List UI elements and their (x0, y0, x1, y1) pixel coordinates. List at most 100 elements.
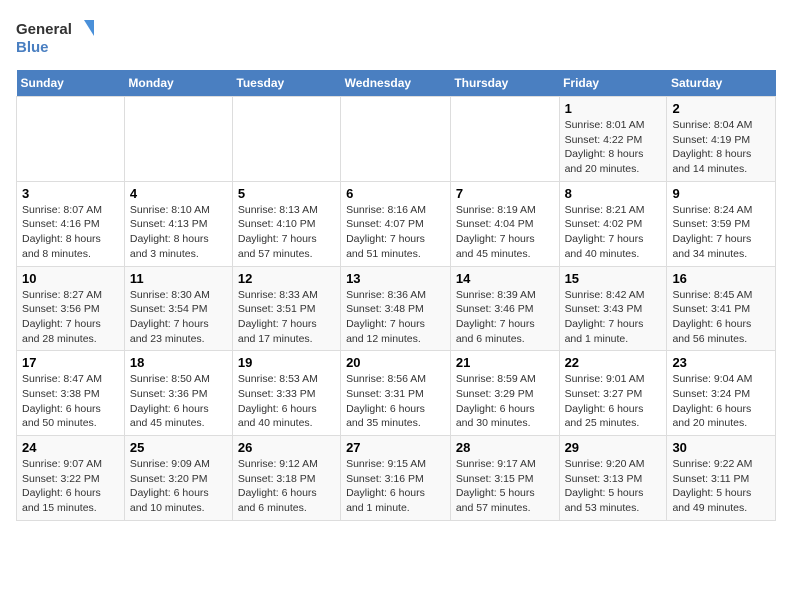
day-number: 30 (672, 440, 770, 455)
day-cell (341, 97, 451, 182)
day-number: 10 (22, 271, 119, 286)
day-info: Sunrise: 9:04 AM Sunset: 3:24 PM Dayligh… (672, 372, 770, 431)
day-info: Sunrise: 8:21 AM Sunset: 4:02 PM Dayligh… (565, 203, 662, 262)
day-number: 17 (22, 355, 119, 370)
day-info: Sunrise: 8:30 AM Sunset: 3:54 PM Dayligh… (130, 288, 227, 347)
calendar-header: SundayMondayTuesdayWednesdayThursdayFrid… (17, 70, 776, 97)
day-cell: 19 Sunrise: 8:53 AM Sunset: 3:33 PM Dayli… (232, 351, 340, 436)
day-info: Sunrise: 8:24 AM Sunset: 3:59 PM Dayligh… (672, 203, 770, 262)
day-number: 27 (346, 440, 445, 455)
day-info: Sunrise: 9:07 AM Sunset: 3:22 PM Dayligh… (22, 457, 119, 516)
day-info: Sunrise: 8:19 AM Sunset: 4:04 PM Dayligh… (456, 203, 554, 262)
day-cell: 9 Sunrise: 8:24 AM Sunset: 3:59 PM Daylig… (667, 181, 776, 266)
day-info: Sunrise: 8:04 AM Sunset: 4:19 PM Dayligh… (672, 118, 770, 177)
day-cell: 18 Sunrise: 8:50 AM Sunset: 3:36 PM Dayli… (124, 351, 232, 436)
day-cell: 27 Sunrise: 9:15 AM Sunset: 3:16 PM Dayli… (341, 436, 451, 521)
day-cell: 29Sunrise: 9:20 AM Sunset: 3:13 PM Dayli… (559, 436, 667, 521)
day-cell: 12Sunrise: 8:33 AM Sunset: 3:51 PM Dayli… (232, 266, 340, 351)
day-info: Sunrise: 8:45 AM Sunset: 3:41 PM Dayligh… (672, 288, 770, 347)
day-cell: 21 Sunrise: 8:59 AM Sunset: 3:29 PM Dayli… (450, 351, 559, 436)
day-info: Sunrise: 8:50 AM Sunset: 3:36 PM Dayligh… (130, 372, 227, 431)
day-cell: 6 Sunrise: 8:16 AM Sunset: 4:07 PM Daylig… (341, 181, 451, 266)
week-row-2: 3 Sunrise: 8:07 AM Sunset: 4:16 PM Daylig… (17, 181, 776, 266)
day-cell (232, 97, 340, 182)
day-info: Sunrise: 9:09 AM Sunset: 3:20 PM Dayligh… (130, 457, 227, 516)
logo: General Blue (16, 16, 96, 60)
day-cell: 4 Sunrise: 8:10 AM Sunset: 4:13 PM Daylig… (124, 181, 232, 266)
day-info: Sunrise: 8:53 AM Sunset: 3:33 PM Dayligh… (238, 372, 335, 431)
header-tuesday: Tuesday (232, 70, 340, 97)
day-number: 1 (565, 101, 662, 116)
day-info: Sunrise: 8:07 AM Sunset: 4:16 PM Dayligh… (22, 203, 119, 262)
day-info: Sunrise: 9:22 AM Sunset: 3:11 PM Dayligh… (672, 457, 770, 516)
svg-text:General: General (16, 21, 72, 38)
day-info: Sunrise: 9:20 AM Sunset: 3:13 PM Dayligh… (565, 457, 662, 516)
day-info: Sunrise: 8:33 AM Sunset: 3:51 PM Dayligh… (238, 288, 335, 347)
logo-svg: General Blue (16, 16, 96, 60)
day-info: Sunrise: 8:27 AM Sunset: 3:56 PM Dayligh… (22, 288, 119, 347)
day-number: 11 (130, 271, 227, 286)
day-number: 5 (238, 186, 335, 201)
calendar-body: 1Sunrise: 8:01 AM Sunset: 4:22 PM Daylig… (17, 97, 776, 521)
day-cell (17, 97, 125, 182)
day-number: 18 (130, 355, 227, 370)
week-row-3: 10 Sunrise: 8:27 AM Sunset: 3:56 PM Dayli… (17, 266, 776, 351)
day-number: 3 (22, 186, 119, 201)
day-cell: 16 Sunrise: 8:45 AM Sunset: 3:41 PM Dayli… (667, 266, 776, 351)
day-cell: 17 Sunrise: 8:47 AM Sunset: 3:38 PM Dayli… (17, 351, 125, 436)
day-number: 4 (130, 186, 227, 201)
day-info: Sunrise: 8:56 AM Sunset: 3:31 PM Dayligh… (346, 372, 445, 431)
header-thursday: Thursday (450, 70, 559, 97)
day-info: Sunrise: 8:36 AM Sunset: 3:48 PM Dayligh… (346, 288, 445, 347)
day-info: Sunrise: 8:39 AM Sunset: 3:46 PM Dayligh… (456, 288, 554, 347)
day-cell: 2 Sunrise: 8:04 AM Sunset: 4:19 PM Daylig… (667, 97, 776, 182)
day-number: 22 (565, 355, 662, 370)
header-wednesday: Wednesday (341, 70, 451, 97)
day-info: Sunrise: 9:15 AM Sunset: 3:16 PM Dayligh… (346, 457, 445, 516)
week-row-1: 1Sunrise: 8:01 AM Sunset: 4:22 PM Daylig… (17, 97, 776, 182)
day-number: 9 (672, 186, 770, 201)
day-number: 6 (346, 186, 445, 201)
day-cell: 15Sunrise: 8:42 AM Sunset: 3:43 PM Dayli… (559, 266, 667, 351)
day-number: 7 (456, 186, 554, 201)
day-cell: 1Sunrise: 8:01 AM Sunset: 4:22 PM Daylig… (559, 97, 667, 182)
day-cell: 24 Sunrise: 9:07 AM Sunset: 3:22 PM Dayli… (17, 436, 125, 521)
day-cell (450, 97, 559, 182)
day-number: 19 (238, 355, 335, 370)
day-number: 28 (456, 440, 554, 455)
day-cell: 5Sunrise: 8:13 AM Sunset: 4:10 PM Daylig… (232, 181, 340, 266)
day-number: 8 (565, 186, 662, 201)
day-cell: 10 Sunrise: 8:27 AM Sunset: 3:56 PM Dayli… (17, 266, 125, 351)
day-cell: 25 Sunrise: 9:09 AM Sunset: 3:20 PM Dayli… (124, 436, 232, 521)
day-info: Sunrise: 8:10 AM Sunset: 4:13 PM Dayligh… (130, 203, 227, 262)
day-number: 14 (456, 271, 554, 286)
day-number: 25 (130, 440, 227, 455)
day-number: 23 (672, 355, 770, 370)
day-cell: 22Sunrise: 9:01 AM Sunset: 3:27 PM Dayli… (559, 351, 667, 436)
day-info: Sunrise: 8:47 AM Sunset: 3:38 PM Dayligh… (22, 372, 119, 431)
day-number: 13 (346, 271, 445, 286)
day-number: 24 (22, 440, 119, 455)
day-info: Sunrise: 8:16 AM Sunset: 4:07 PM Dayligh… (346, 203, 445, 262)
day-info: Sunrise: 8:42 AM Sunset: 3:43 PM Dayligh… (565, 288, 662, 347)
day-number: 2 (672, 101, 770, 116)
week-row-4: 17 Sunrise: 8:47 AM Sunset: 3:38 PM Dayli… (17, 351, 776, 436)
day-info: Sunrise: 8:59 AM Sunset: 3:29 PM Dayligh… (456, 372, 554, 431)
day-cell: 20Sunrise: 8:56 AM Sunset: 3:31 PM Dayli… (341, 351, 451, 436)
day-number: 26 (238, 440, 335, 455)
week-row-5: 24 Sunrise: 9:07 AM Sunset: 3:22 PM Dayli… (17, 436, 776, 521)
header-monday: Monday (124, 70, 232, 97)
day-cell (124, 97, 232, 182)
header-row: SundayMondayTuesdayWednesdayThursdayFrid… (17, 70, 776, 97)
header-sunday: Sunday (17, 70, 125, 97)
day-cell: 26Sunrise: 9:12 AM Sunset: 3:18 PM Dayli… (232, 436, 340, 521)
day-number: 16 (672, 271, 770, 286)
day-cell: 8 Sunrise: 8:21 AM Sunset: 4:02 PM Daylig… (559, 181, 667, 266)
day-cell: 14 Sunrise: 8:39 AM Sunset: 3:46 PM Dayli… (450, 266, 559, 351)
day-number: 21 (456, 355, 554, 370)
calendar-table: SundayMondayTuesdayWednesdayThursdayFrid… (16, 70, 776, 521)
day-cell: 28Sunrise: 9:17 AM Sunset: 3:15 PM Dayli… (450, 436, 559, 521)
svg-text:Blue: Blue (16, 39, 49, 56)
header: General Blue (16, 16, 776, 60)
header-friday: Friday (559, 70, 667, 97)
